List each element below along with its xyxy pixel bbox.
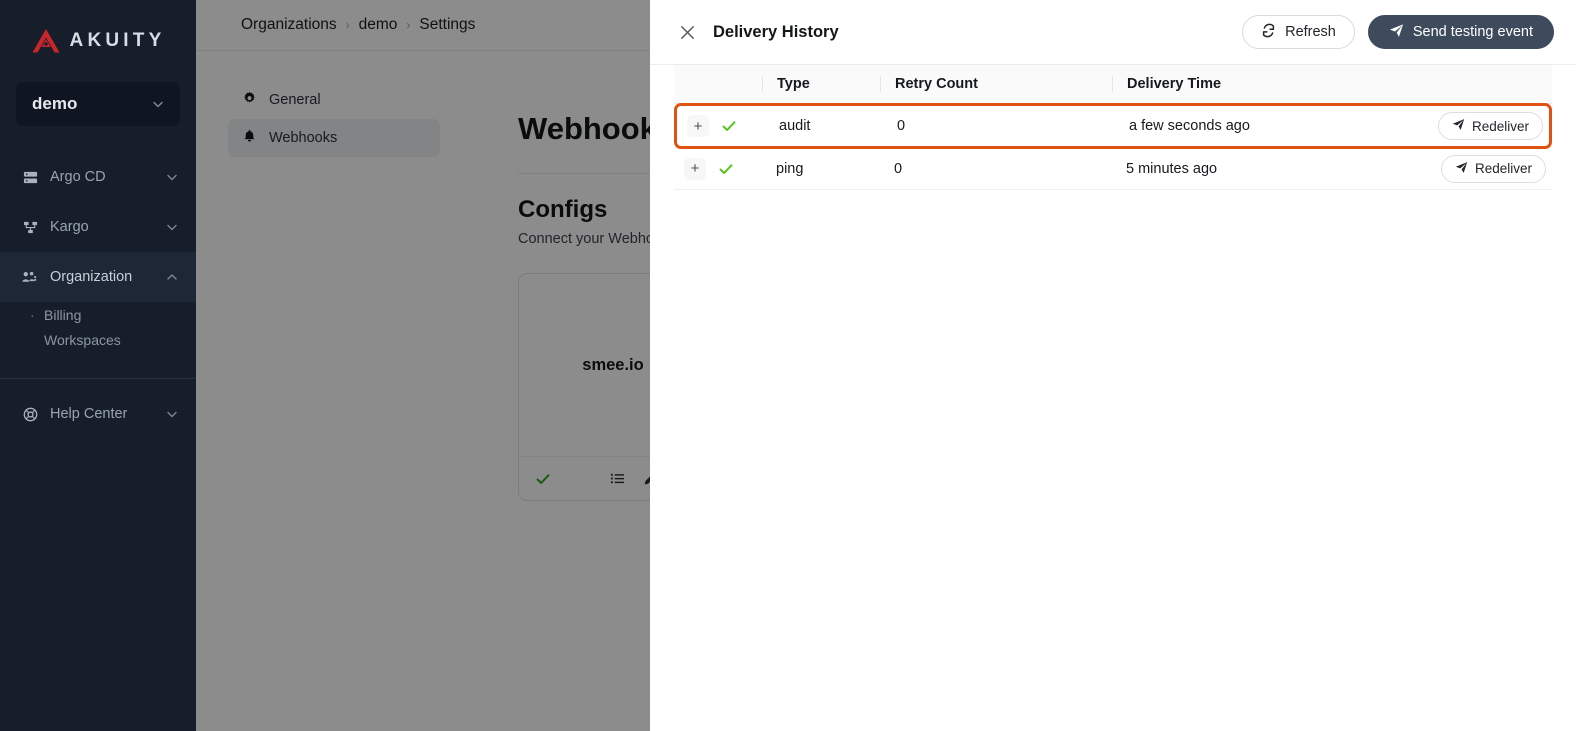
header-retry-count: Retry Count bbox=[880, 76, 1112, 92]
expand-row-button[interactable]: + bbox=[684, 157, 706, 180]
send-icon bbox=[1455, 161, 1468, 177]
sidebar-subitem-label: Workspaces bbox=[44, 331, 121, 348]
status-cell bbox=[718, 161, 762, 177]
refresh-icon bbox=[1261, 23, 1276, 42]
redeliver-button-label: Redeliver bbox=[1474, 161, 1532, 176]
sidebar-divider bbox=[0, 378, 196, 379]
delivery-history-table: Type Retry Count Delivery Time + audit 0… bbox=[650, 65, 1576, 190]
sidebar-item-help-center[interactable]: Help Center bbox=[0, 389, 196, 439]
org-selector-value: demo bbox=[32, 94, 78, 113]
drawer-header: Delivery History Refresh Send testing ev… bbox=[650, 0, 1576, 65]
header-delivery-time: Delivery Time bbox=[1112, 76, 1440, 92]
type-cell: audit bbox=[779, 118, 811, 134]
header-type: Type bbox=[762, 76, 880, 92]
sidebar-item-label: Argo CD bbox=[50, 169, 106, 185]
sidebar-subitem-label: Billing bbox=[44, 306, 82, 323]
expand-cell: + bbox=[677, 115, 721, 137]
brand-logo[interactable]: AKUITY bbox=[0, 0, 196, 82]
table-header-row: Type Retry Count Delivery Time bbox=[674, 65, 1552, 104]
table-row[interactable]: + audit 0 a few seconds ago Redeliver bbox=[674, 103, 1552, 149]
retry-count-cell: 0 bbox=[894, 160, 903, 177]
expand-cell: + bbox=[674, 157, 718, 180]
sidebar-nav: Argo CD Kargo Organization · Billing Wor… bbox=[0, 152, 196, 439]
check-icon bbox=[718, 161, 762, 177]
close-icon[interactable] bbox=[674, 19, 700, 45]
chevron-down-icon bbox=[167, 174, 177, 181]
actions-cell: Redeliver bbox=[1437, 112, 1549, 140]
expand-row-button[interactable]: + bbox=[687, 115, 709, 137]
sidebar-item-billing[interactable]: · Billing bbox=[0, 302, 196, 327]
redeliver-button[interactable]: Redeliver bbox=[1440, 154, 1546, 183]
org-selector[interactable]: demo bbox=[16, 82, 180, 126]
sidebar-item-argo-cd[interactable]: Argo CD bbox=[0, 152, 196, 202]
send-icon bbox=[1452, 118, 1465, 134]
sidebar-item-label: Organization bbox=[50, 269, 133, 285]
bullet-icon: · bbox=[30, 306, 35, 323]
redeliver-button[interactable]: Redeliver bbox=[1437, 112, 1543, 140]
table-row[interactable]: + ping 0 5 minutes ago Redeliver bbox=[674, 148, 1552, 190]
brand-name: AKUITY bbox=[69, 30, 166, 51]
sidebar-item-label: Kargo bbox=[50, 219, 89, 235]
users-icon bbox=[20, 270, 40, 285]
app-root: AKUITY demo Argo CD Kargo Organization ·… bbox=[0, 0, 1576, 731]
kargo-icon bbox=[20, 220, 40, 235]
chevron-down-icon bbox=[167, 224, 177, 231]
sidebar-item-workspaces[interactable]: Workspaces bbox=[0, 327, 196, 352]
drawer-title: Delivery History bbox=[713, 22, 839, 41]
sidebar-item-label: Help Center bbox=[50, 406, 128, 422]
send-testing-event-button[interactable]: Send testing event bbox=[1367, 15, 1554, 49]
help-icon bbox=[20, 407, 40, 422]
type-cell: ping bbox=[776, 160, 804, 177]
send-icon bbox=[1389, 23, 1404, 42]
check-icon bbox=[721, 118, 765, 134]
send-testing-event-label: Send testing event bbox=[1412, 24, 1533, 40]
chevron-down-icon bbox=[167, 411, 177, 418]
delivery-history-drawer: Delivery History Refresh Send testing ev… bbox=[650, 0, 1576, 731]
sidebar-item-kargo[interactable]: Kargo bbox=[0, 202, 196, 252]
actions-cell: Redeliver bbox=[1440, 154, 1552, 183]
delivery-time-cell: 5 minutes ago bbox=[1126, 160, 1218, 177]
chevron-down-icon bbox=[153, 101, 163, 108]
refresh-button[interactable]: Refresh bbox=[1242, 15, 1355, 49]
status-cell bbox=[721, 118, 765, 134]
refresh-button-label: Refresh bbox=[1285, 24, 1336, 40]
chevron-up-icon bbox=[167, 274, 177, 280]
server-icon bbox=[20, 170, 40, 185]
sidebar-subnav: · Billing Workspaces bbox=[0, 302, 196, 362]
redeliver-button-label: Redeliver bbox=[1471, 118, 1529, 134]
delivery-time-cell: a few seconds ago bbox=[1129, 118, 1250, 134]
retry-count-cell: 0 bbox=[897, 118, 906, 134]
sidebar-item-organization[interactable]: Organization bbox=[0, 252, 196, 302]
sidebar: AKUITY demo Argo CD Kargo Organization ·… bbox=[0, 0, 196, 731]
akuity-logo-icon bbox=[32, 29, 60, 53]
